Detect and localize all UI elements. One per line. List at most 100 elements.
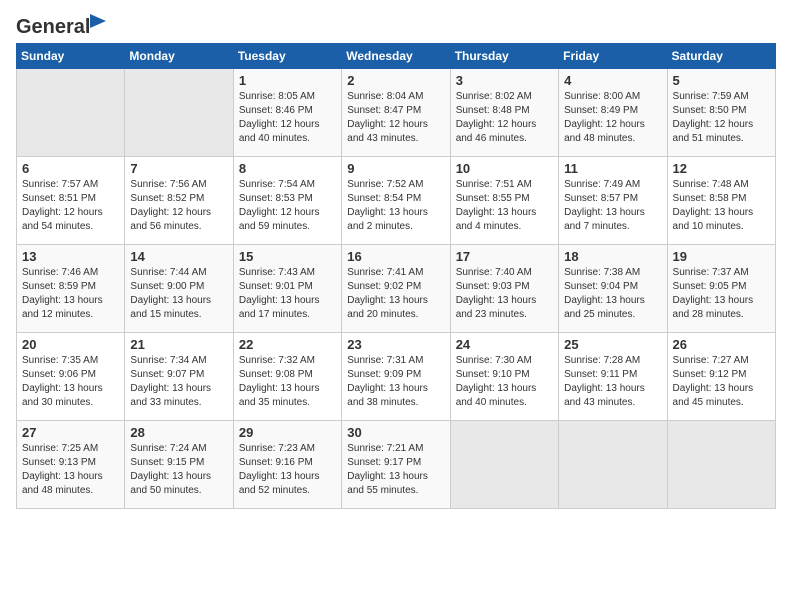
calendar-cell: 19Sunrise: 7:37 AMSunset: 9:05 PMDayligh… [667,245,775,333]
cell-info: Sunset: 8:51 PM [22,192,119,206]
day-number: 5 [673,73,770,88]
day-number: 2 [347,73,444,88]
cell-info: Sunset: 9:02 PM [347,280,444,294]
cell-info: Sunrise: 7:49 AM [564,178,661,192]
cell-info: Daylight: 13 hours and 45 minutes. [673,382,770,410]
cell-info: Daylight: 13 hours and 4 minutes. [456,206,553,234]
day-number: 17 [456,249,553,264]
day-number: 4 [564,73,661,88]
calendar-cell: 15Sunrise: 7:43 AMSunset: 9:01 PMDayligh… [233,245,341,333]
cell-info: Sunset: 8:55 PM [456,192,553,206]
cell-info: Sunrise: 7:54 AM [239,178,336,192]
cell-info: Daylight: 12 hours and 43 minutes. [347,118,444,146]
day-number: 24 [456,337,553,352]
cell-info: Sunrise: 7:31 AM [347,354,444,368]
calendar-cell [125,69,233,157]
cell-info: Sunrise: 7:57 AM [22,178,119,192]
day-number: 22 [239,337,336,352]
calendar-cell: 23Sunrise: 7:31 AMSunset: 9:09 PMDayligh… [342,333,450,421]
calendar-table: SundayMondayTuesdayWednesdayThursdayFrid… [16,43,776,509]
calendar-cell: 13Sunrise: 7:46 AMSunset: 8:59 PMDayligh… [17,245,125,333]
calendar-cell: 2Sunrise: 8:04 AMSunset: 8:47 PMDaylight… [342,69,450,157]
cell-info: Sunrise: 7:21 AM [347,442,444,456]
calendar-cell: 4Sunrise: 8:00 AMSunset: 8:49 PMDaylight… [559,69,667,157]
cell-info: Sunrise: 7:37 AM [673,266,770,280]
day-number: 14 [130,249,227,264]
calendar-cell: 25Sunrise: 7:28 AMSunset: 9:11 PMDayligh… [559,333,667,421]
calendar-cell: 7Sunrise: 7:56 AMSunset: 8:52 PMDaylight… [125,157,233,245]
cell-info: Sunrise: 7:34 AM [130,354,227,368]
calendar-cell: 11Sunrise: 7:49 AMSunset: 8:57 PMDayligh… [559,157,667,245]
cell-info: Sunset: 9:09 PM [347,368,444,382]
cell-info: Daylight: 13 hours and 55 minutes. [347,470,444,498]
cell-info: Sunrise: 8:00 AM [564,90,661,104]
cell-info: Sunrise: 7:43 AM [239,266,336,280]
cell-info: Sunset: 9:10 PM [456,368,553,382]
day-number: 27 [22,425,119,440]
cell-info: Daylight: 13 hours and 40 minutes. [456,382,553,410]
day-number: 3 [456,73,553,88]
cell-info: Sunset: 8:50 PM [673,104,770,118]
calendar-cell: 28Sunrise: 7:24 AMSunset: 9:15 PMDayligh… [125,421,233,509]
calendar-cell: 30Sunrise: 7:21 AMSunset: 9:17 PMDayligh… [342,421,450,509]
logo: General [16,16,90,37]
cell-info: Sunset: 8:46 PM [239,104,336,118]
day-number: 29 [239,425,336,440]
weekday-header-sunday: Sunday [17,44,125,69]
cell-info: Sunrise: 7:40 AM [456,266,553,280]
cell-info: Daylight: 12 hours and 59 minutes. [239,206,336,234]
cell-info: Sunrise: 8:05 AM [239,90,336,104]
cell-info: Sunset: 8:49 PM [564,104,661,118]
cell-info: Sunset: 9:17 PM [347,456,444,470]
day-number: 10 [456,161,553,176]
weekday-header-friday: Friday [559,44,667,69]
calendar-cell: 21Sunrise: 7:34 AMSunset: 9:07 PMDayligh… [125,333,233,421]
page-header: General [16,16,776,37]
cell-info: Sunrise: 7:27 AM [673,354,770,368]
day-number: 28 [130,425,227,440]
calendar-cell: 17Sunrise: 7:40 AMSunset: 9:03 PMDayligh… [450,245,558,333]
cell-info: Sunset: 9:07 PM [130,368,227,382]
weekday-header-monday: Monday [125,44,233,69]
calendar-cell: 26Sunrise: 7:27 AMSunset: 9:12 PMDayligh… [667,333,775,421]
cell-info: Sunset: 9:16 PM [239,456,336,470]
cell-info: Daylight: 13 hours and 23 minutes. [456,294,553,322]
cell-info: Sunset: 8:48 PM [456,104,553,118]
calendar-cell: 27Sunrise: 7:25 AMSunset: 9:13 PMDayligh… [17,421,125,509]
cell-info: Sunset: 9:12 PM [673,368,770,382]
day-number: 8 [239,161,336,176]
cell-info: Sunset: 9:06 PM [22,368,119,382]
calendar-cell: 20Sunrise: 7:35 AMSunset: 9:06 PMDayligh… [17,333,125,421]
day-number: 18 [564,249,661,264]
cell-info: Sunrise: 7:41 AM [347,266,444,280]
day-number: 7 [130,161,227,176]
day-number: 20 [22,337,119,352]
logo-general: General [16,16,90,38]
weekday-header-saturday: Saturday [667,44,775,69]
cell-info: Sunrise: 7:23 AM [239,442,336,456]
day-number: 1 [239,73,336,88]
day-number: 9 [347,161,444,176]
cell-info: Daylight: 12 hours and 54 minutes. [22,206,119,234]
weekday-header-tuesday: Tuesday [233,44,341,69]
cell-info: Daylight: 12 hours and 51 minutes. [673,118,770,146]
cell-info: Sunrise: 7:52 AM [347,178,444,192]
cell-info: Sunrise: 7:48 AM [673,178,770,192]
cell-info: Daylight: 13 hours and 10 minutes. [673,206,770,234]
calendar-cell: 10Sunrise: 7:51 AMSunset: 8:55 PMDayligh… [450,157,558,245]
cell-info: Daylight: 13 hours and 15 minutes. [130,294,227,322]
cell-info: Sunset: 8:59 PM [22,280,119,294]
day-number: 11 [564,161,661,176]
day-number: 13 [22,249,119,264]
calendar-cell: 12Sunrise: 7:48 AMSunset: 8:58 PMDayligh… [667,157,775,245]
calendar-cell [559,421,667,509]
cell-info: Sunrise: 7:44 AM [130,266,227,280]
cell-info: Daylight: 13 hours and 7 minutes. [564,206,661,234]
day-number: 19 [673,249,770,264]
cell-info: Sunset: 8:52 PM [130,192,227,206]
weekday-header-wednesday: Wednesday [342,44,450,69]
calendar-cell: 8Sunrise: 7:54 AMSunset: 8:53 PMDaylight… [233,157,341,245]
cell-info: Daylight: 13 hours and 25 minutes. [564,294,661,322]
day-number: 15 [239,249,336,264]
cell-info: Daylight: 13 hours and 52 minutes. [239,470,336,498]
